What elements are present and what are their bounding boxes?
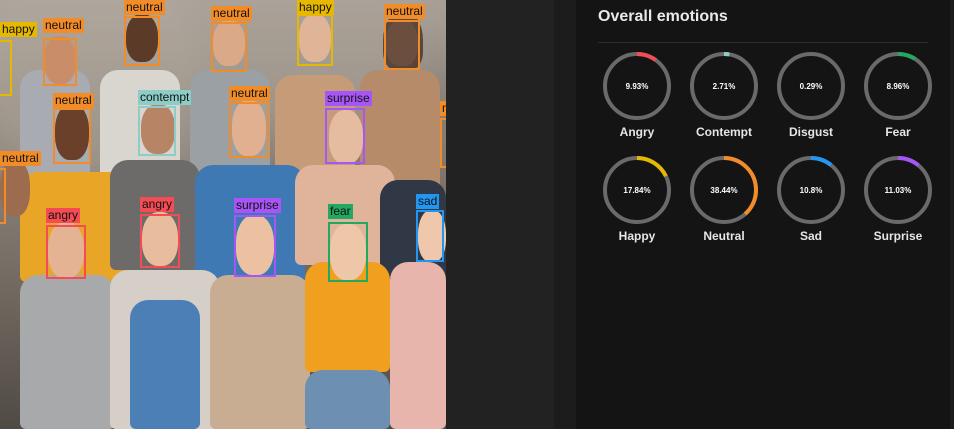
emotion-label: Angry bbox=[619, 125, 655, 139]
emotion-percent: 2.71% bbox=[713, 82, 736, 91]
emotion-label: Happy bbox=[618, 229, 656, 243]
emotion-percent: 11.03% bbox=[885, 186, 912, 195]
detection-label: surprise bbox=[234, 198, 281, 213]
detection-label: neutral bbox=[53, 93, 94, 108]
donut-chart: 17.84% bbox=[603, 156, 671, 224]
emotion-label: Sad bbox=[799, 229, 822, 243]
detection-label: neutral bbox=[384, 4, 425, 19]
donut-chart: 11.03% bbox=[864, 156, 932, 224]
detection-label: sad bbox=[416, 194, 440, 209]
emotion-label: Disgust bbox=[788, 125, 833, 139]
detection-box bbox=[229, 102, 269, 158]
emotion-card-contempt: 2.71% Contempt bbox=[684, 50, 764, 139]
detection-label: neutral bbox=[0, 151, 41, 166]
emotion-card-neutral: 38.44% Neutral bbox=[684, 154, 764, 243]
donut-chart: 0.29% bbox=[777, 52, 845, 120]
detection-box bbox=[0, 168, 6, 224]
emotion-label: Fear bbox=[885, 125, 911, 139]
emotion-label: Contempt bbox=[696, 125, 752, 139]
emotion-card-sad: 10.8% Sad bbox=[771, 154, 851, 243]
detection-box bbox=[297, 14, 333, 66]
detection-box bbox=[138, 106, 176, 156]
emotion-label: Surprise bbox=[873, 229, 923, 243]
detection-box bbox=[43, 38, 77, 86]
detection-box bbox=[46, 225, 86, 279]
emotion-card-happy: 17.84% Happy bbox=[597, 154, 677, 243]
donut-chart: 10.8% bbox=[777, 156, 845, 224]
detection-label: fear bbox=[328, 204, 353, 219]
emotion-percent: 17.84% bbox=[623, 186, 650, 195]
detection-box bbox=[140, 214, 180, 268]
panel-divider bbox=[598, 42, 928, 43]
donut-chart: 2.71% bbox=[690, 52, 758, 120]
analyzed-photo: happy neutral neutral neutral happy neut… bbox=[0, 0, 446, 429]
detection-label: happy bbox=[297, 0, 334, 15]
detection-label: neutral bbox=[124, 0, 165, 15]
donut-chart: 9.93% bbox=[603, 52, 671, 120]
detection-box bbox=[325, 108, 365, 164]
emotions-panel: Overall emotions 9.93% Angry 2.71% Contempt… bbox=[576, 0, 950, 429]
detection-box bbox=[211, 22, 247, 72]
donut-chart: 38.44% bbox=[690, 156, 758, 224]
panel-title: Overall emotions bbox=[598, 8, 728, 25]
detection-box bbox=[0, 40, 12, 96]
emotion-percent: 9.93% bbox=[626, 82, 649, 91]
detection-box bbox=[416, 210, 444, 262]
emotion-card-disgust: 0.29% Disgust bbox=[771, 50, 851, 139]
detection-label: surprise bbox=[325, 91, 372, 106]
detection-label: angry bbox=[140, 197, 175, 212]
emotion-percent: 0.29% bbox=[800, 82, 823, 91]
emotion-label: Neutral bbox=[703, 229, 745, 243]
detection-label: happy bbox=[0, 22, 37, 37]
emotion-percent: 10.8% bbox=[800, 186, 823, 195]
detection-label: neutral bbox=[229, 86, 270, 101]
emotion-card-fear: 8.96% Fear bbox=[858, 50, 938, 139]
donut-chart: 8.96% bbox=[864, 52, 932, 120]
detection-label: contempt bbox=[138, 90, 192, 105]
detection-box bbox=[53, 108, 91, 164]
detection-box bbox=[124, 16, 160, 66]
emotion-percent: 8.96% bbox=[887, 82, 910, 91]
emotion-card-surprise: 11.03% Surprise bbox=[858, 154, 938, 243]
emotion-card-angry: 9.93% Angry bbox=[597, 50, 677, 139]
divider-gutter bbox=[446, 0, 554, 429]
detection-label: angry bbox=[46, 208, 81, 223]
detection-box bbox=[234, 215, 276, 277]
detection-label: neutral bbox=[43, 18, 84, 33]
emotion-percent: 38.44% bbox=[710, 186, 737, 195]
detection-box bbox=[328, 222, 368, 282]
detection-box bbox=[384, 20, 420, 70]
detection-label: neutral bbox=[211, 6, 252, 21]
